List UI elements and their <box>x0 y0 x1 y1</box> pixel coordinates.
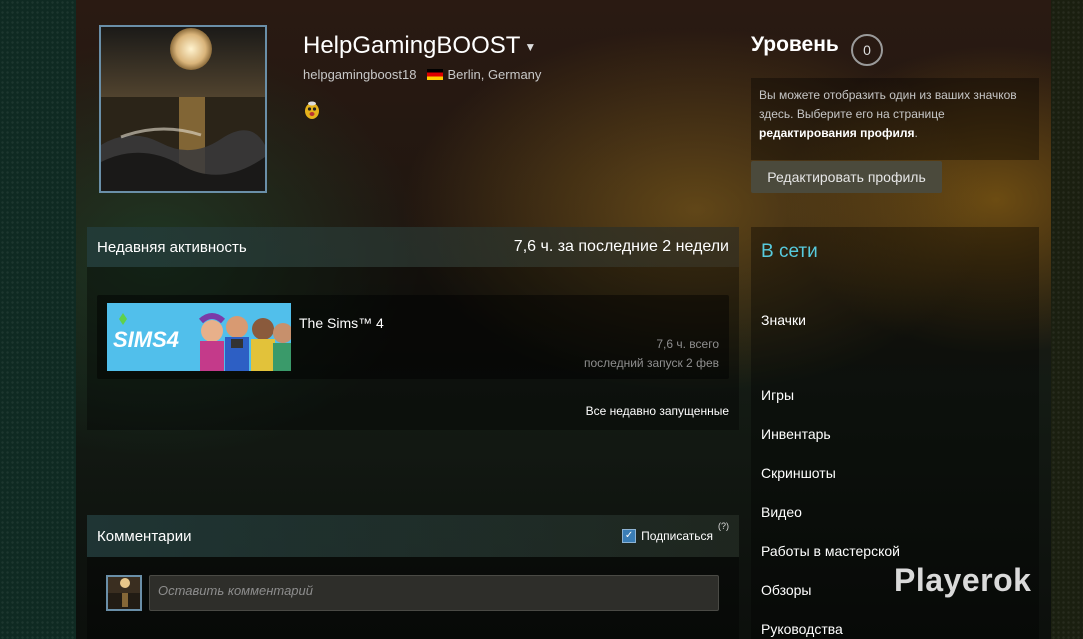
badge-info-text: Вы можете отобразить один из ваших значк… <box>759 88 1017 121</box>
game-last-played: последний запуск 2 фев <box>583 356 719 370</box>
avatar-image <box>101 27 265 191</box>
recent-activity-panel: Недавняя активность 7,6 ч. за последние … <box>87 227 739 430</box>
comments-header: Комментарии ✓ Подписаться (?) <box>87 515 739 557</box>
subscribe-checkbox[interactable]: ✓ <box>622 529 637 543</box>
sidebar-item-reviews[interactable]: Обзоры <box>761 582 812 598</box>
recent-activity-title: Недавняя активность <box>97 238 247 256</box>
sidebar-item-videos[interactable]: Видео <box>761 504 802 520</box>
profile-location: Berlin, Germany <box>447 67 542 82</box>
game-row[interactable]: SIMS4 The Sims™ 4 7,6 ч. всего последний… <box>97 295 729 379</box>
level-badge: 0 <box>851 34 883 66</box>
germany-flag-icon <box>427 69 444 80</box>
sims4-logo: SIMS4 <box>107 303 291 371</box>
edit-profile-button[interactable]: Редактировать профиль <box>751 161 942 193</box>
level-title: Уровень <box>751 33 839 56</box>
award-icon[interactable] <box>304 101 320 119</box>
chevron-down-icon[interactable]: ▼ <box>524 40 536 54</box>
profile-avatar[interactable] <box>99 25 267 193</box>
background-pattern-right <box>1051 0 1083 639</box>
subscribe-label[interactable]: Подписаться <box>641 529 713 543</box>
comment-avatar <box>106 575 142 611</box>
profile-page: HelpGamingBOOST ▼ helpgamingboost18 Berli… <box>0 0 1083 639</box>
sidebar-item-guides[interactable]: Руководства <box>761 621 843 637</box>
help-icon[interactable]: (?) <box>718 521 729 531</box>
watermark: Playerok <box>894 562 1032 598</box>
profile-name[interactable]: HelpGamingBOOST ▼ <box>303 32 536 60</box>
game-hours-total: 7,6 ч. всего <box>656 337 719 351</box>
sidebar-item-games[interactable]: Игры <box>761 387 794 403</box>
recent-activity-header: Недавняя активность 7,6 ч. за последние … <box>87 227 739 267</box>
sidebar-item-badges[interactable]: Значки <box>761 312 806 328</box>
svg-text:SIMS4: SIMS4 <box>113 327 179 352</box>
game-capsule-image[interactable]: SIMS4 <box>107 303 291 371</box>
online-status: В сети <box>761 241 818 262</box>
badge-info-suffix: . <box>914 126 918 140</box>
sidebar-item-inventory[interactable]: Инвентарь <box>761 426 831 442</box>
game-name[interactable]: The Sims™ 4 <box>299 315 384 331</box>
sidebar-item-workshop[interactable]: Работы в мастерской <box>761 543 900 559</box>
all-recent-games-link[interactable]: Все недавно запущенные <box>586 404 729 418</box>
background-pattern-left <box>0 0 76 639</box>
comment-input[interactable]: Оставить комментарий <box>149 575 719 611</box>
profile-name-text: HelpGamingBOOST <box>303 32 521 59</box>
badge-info-box: Вы можете отобразить один из ваших значк… <box>751 78 1039 160</box>
subscribe-toggle[interactable]: ✓ Подписаться <box>622 529 713 543</box>
profile-username: helpgamingboost18 <box>303 67 417 82</box>
sidebar-item-screenshots[interactable]: Скриншоты <box>761 465 836 481</box>
recent-activity-hours: 7,6 ч. за последние 2 недели <box>513 238 729 255</box>
comments-title: Комментарии <box>97 527 192 545</box>
profile-subline: helpgamingboost18 Berlin, Germany <box>303 67 541 82</box>
comments-panel: Комментарии ✓ Подписаться (?) Оставить к… <box>87 515 739 639</box>
comment-avatar-image <box>108 577 140 609</box>
edit-profile-link[interactable]: редактирования профиля <box>759 126 914 140</box>
